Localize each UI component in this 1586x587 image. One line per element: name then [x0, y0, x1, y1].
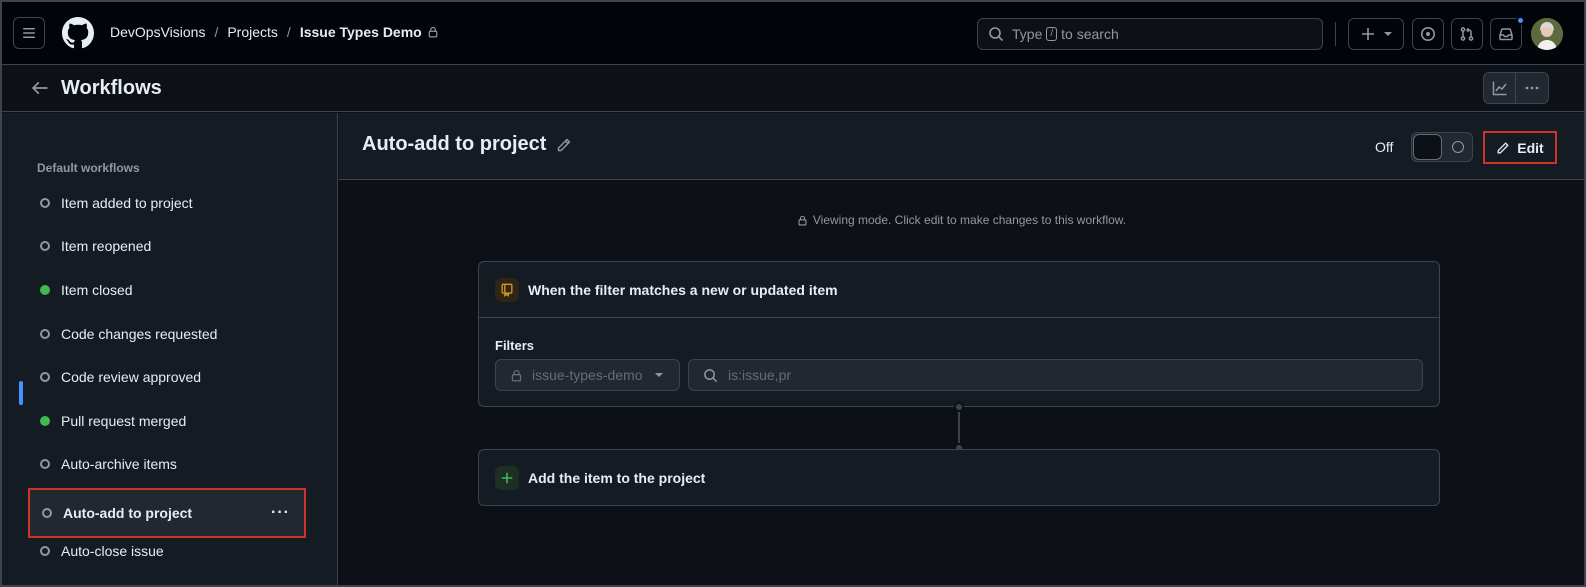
active-item-indicator [19, 381, 23, 405]
header-divider [1335, 22, 1336, 46]
hamburger-icon [23, 28, 35, 38]
status-disabled-icon [40, 198, 50, 208]
sidebar-item-label: Item added to project [61, 195, 193, 211]
sidebar-item-auto-archive-items[interactable]: Auto-archive items [30, 446, 306, 482]
status-disabled-icon [40, 329, 50, 339]
status-disabled-icon [40, 372, 50, 382]
sidebar-item-label: Auto-add to project [63, 505, 193, 521]
sidebar-item-label: Item reopened [61, 238, 152, 254]
triangle-down-icon [654, 373, 663, 377]
sidebar-item-label: Auto-close issue [61, 543, 164, 559]
sidebar-item-code-changes-requested[interactable]: Code changes requested [30, 316, 306, 352]
repository-select[interactable]: issue-types-demo [495, 359, 680, 391]
sidebar-item-item-added-to-project[interactable]: Item added to project [30, 185, 306, 221]
plus-icon [1362, 28, 1374, 40]
workflow-status-label: Off [1375, 139, 1394, 155]
insights-button[interactable] [1484, 73, 1517, 103]
insights-button-group [1483, 72, 1549, 104]
arrow-left-icon[interactable] [30, 78, 50, 98]
user-avatar-image [1531, 18, 1563, 50]
workflow-detail: Auto-add to project Off Edit Viewing mod… [339, 113, 1584, 585]
status-disabled-icon [42, 508, 52, 518]
viewing-mode-text: Viewing mode. Click edit to make changes… [812, 213, 1127, 227]
issue-opened-icon [1421, 27, 1435, 41]
filters-label: Filters [495, 338, 535, 353]
sidebar-item-label: Pull request merged [61, 413, 187, 429]
edit-button[interactable]: Edit [1483, 131, 1557, 164]
notification-dot [1516, 16, 1525, 25]
sidebar-item-label: Item closed [61, 282, 133, 298]
avatar[interactable] [1531, 18, 1563, 50]
sidebar-item-pull-request-merged[interactable]: Pull request merged [30, 403, 306, 439]
sidebar-item-label: Code review approved [61, 369, 202, 385]
breadcrumb-project-name[interactable]: Issue Types Demo [300, 24, 422, 40]
inbox-icon [1499, 28, 1513, 41]
status-disabled-icon [40, 241, 50, 251]
pencil-icon[interactable] [556, 137, 572, 153]
sidebar-item-item-closed[interactable]: Item closed [30, 272, 306, 308]
trigger-card: When the filter matches a new or updated… [478, 261, 1440, 407]
menu-button[interactable] [13, 17, 45, 49]
workflow-enable-toggle[interactable] [1411, 132, 1473, 162]
connector-dot [954, 402, 964, 412]
sidebar-item-code-review-approved[interactable]: Code review approved [30, 359, 306, 395]
breadcrumb-separator: / [214, 24, 219, 40]
sidebar-heading: Default workflows [37, 161, 140, 175]
sidebar-item-label: Code changes requested [61, 326, 218, 342]
workflows-header: Workflows [2, 65, 1584, 112]
search-suffix: to search [1061, 26, 1119, 42]
more-options-button[interactable] [1516, 73, 1548, 103]
search-prefix: Type [1012, 26, 1043, 42]
workflow-title: Auto-add to project [362, 133, 547, 155]
lock-icon [511, 369, 522, 381]
search-icon [989, 27, 1004, 42]
breadcrumb-owner[interactable]: DevOpsVisions [110, 24, 205, 40]
repository-name: issue-types-demo [532, 367, 643, 383]
viewing-mode-note: Viewing mode. Click edit to make changes… [339, 213, 1584, 227]
action-card: Add the item to the project [478, 449, 1440, 506]
workflow-header: Auto-add to project Off Edit [339, 113, 1584, 180]
pencil-icon [1497, 141, 1510, 153]
filter-query: is:issue,pr [728, 367, 792, 383]
pull-requests-button[interactable] [1451, 18, 1483, 50]
status-enabled-icon [40, 416, 50, 426]
action-title: Add the item to the project [528, 469, 706, 486]
global-header: DevOpsVisions / Projects / Issue Types D… [2, 2, 1584, 65]
item-options-button[interactable]: ··· [271, 504, 290, 522]
github-logo-icon[interactable] [62, 17, 94, 49]
triangle-down-icon [1384, 32, 1392, 36]
page-title: Workflows [61, 77, 162, 99]
status-disabled-icon [40, 546, 50, 556]
search-icon [704, 368, 718, 382]
breadcrumb-separator: / [286, 24, 291, 40]
project-board-icon [495, 277, 519, 302]
workflows-sidebar: Default workflows Item added to project I… [2, 113, 338, 585]
git-pull-request-icon [1460, 27, 1474, 41]
issues-button[interactable] [1412, 18, 1444, 50]
edit-button-label: Edit [1517, 139, 1544, 156]
sidebar-item-label: Auto-archive items [61, 456, 177, 472]
breadcrumb-projects[interactable]: Projects [227, 24, 278, 40]
search-shortcut-key: / [1046, 27, 1058, 41]
sidebar-item-item-reopened[interactable]: Item reopened [30, 228, 306, 264]
kebab-horizontal-icon [1525, 86, 1539, 90]
search-input[interactable]: Type / to search [977, 18, 1323, 50]
toggle-off-icon [1452, 141, 1464, 153]
toggle-knob [1413, 134, 1442, 160]
create-new-button[interactable] [1348, 18, 1404, 50]
breadcrumb: DevOpsVisions / Projects / Issue Types D… [110, 24, 439, 40]
lock-icon [428, 26, 438, 38]
filter-query-input[interactable]: is:issue,pr [688, 359, 1423, 391]
sidebar-item-auto-close-issue[interactable]: Auto-close issue [30, 533, 306, 569]
trigger-title: When the filter matches a new or updated… [528, 281, 838, 298]
sidebar-item-auto-add-to-project[interactable]: Auto-add to project ··· [28, 488, 306, 538]
graph-icon [1492, 81, 1507, 96]
status-disabled-icon [40, 459, 50, 469]
lock-icon [798, 215, 807, 226]
plus-icon [495, 465, 519, 490]
status-enabled-icon [40, 285, 50, 295]
